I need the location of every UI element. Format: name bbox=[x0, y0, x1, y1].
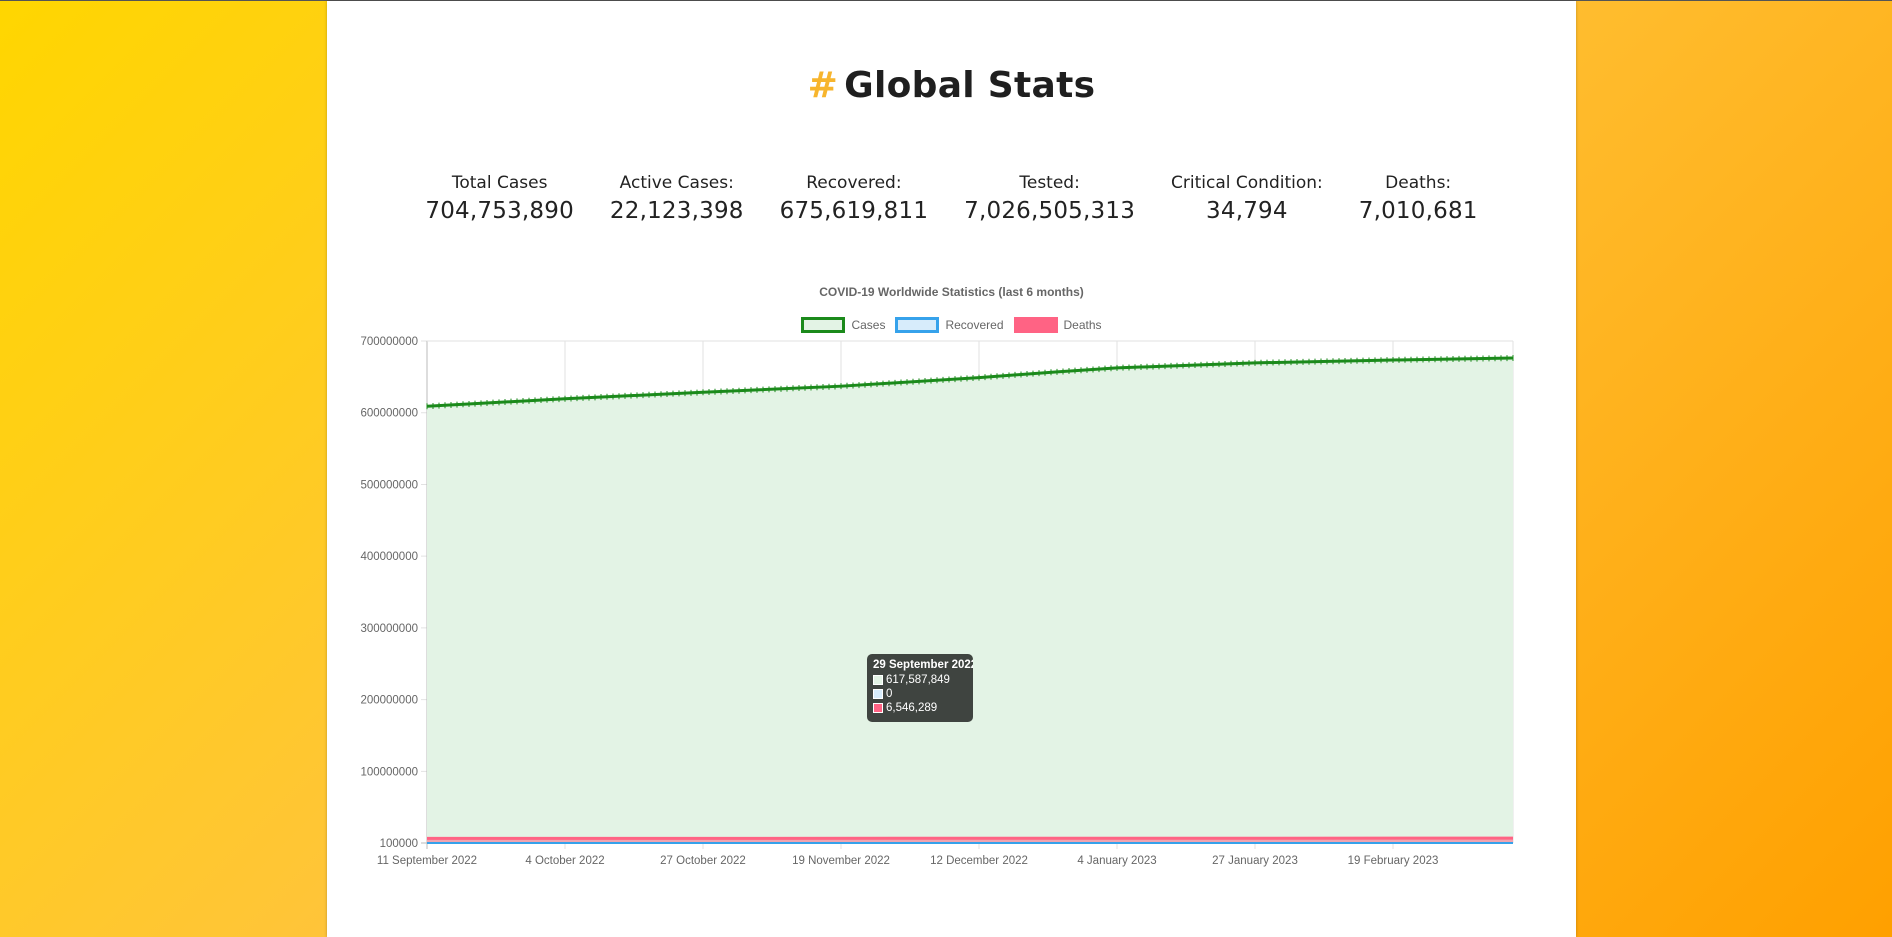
y-tick-label: 600000000 bbox=[360, 408, 418, 420]
tooltip-row-cases: 617,587,849 bbox=[873, 673, 967, 687]
chart-tooltip: 29 September 2022 617,587,849 0 6,546,28… bbox=[867, 654, 973, 722]
x-tick-label: 27 January 2023 bbox=[1212, 855, 1298, 867]
x-tick-label: 11 September 2022 bbox=[377, 855, 477, 867]
x-tick-label: 4 October 2022 bbox=[525, 855, 604, 867]
tooltip-value-cases: 617,587,849 bbox=[886, 674, 950, 686]
tooltip-value-deaths: 6,546,289 bbox=[886, 702, 938, 714]
y-tick-label: 100000000 bbox=[360, 766, 418, 778]
x-tick-label: 19 November 2022 bbox=[792, 855, 890, 867]
y-tick-label: 400000000 bbox=[360, 551, 418, 563]
tooltip-swatch-cases bbox=[873, 675, 883, 685]
x-tick-label: 12 December 2022 bbox=[930, 855, 1028, 867]
line-chart[interactable]: 700000000 600000000 500000000 400000000 3000… bbox=[327, 1, 1576, 937]
tooltip-value-recovered: 0 bbox=[886, 688, 893, 700]
y-tick-label: 200000000 bbox=[360, 695, 418, 707]
tooltip-row-recovered: 0 bbox=[873, 687, 967, 701]
tooltip-date: 29 September 2022 bbox=[873, 659, 973, 671]
x-tick-label: 4 January 2023 bbox=[1077, 855, 1156, 867]
tooltip-row-deaths: 6,546,289 bbox=[873, 701, 967, 715]
y-tick-label: 500000000 bbox=[360, 479, 418, 491]
y-tick-label: 300000000 bbox=[360, 623, 418, 635]
tooltip-swatch-deaths bbox=[873, 703, 883, 713]
main-panel: # Global Stats Total Cases 704,753,890 Ac… bbox=[327, 1, 1576, 937]
x-tick-label: 19 February 2023 bbox=[1348, 855, 1439, 867]
tooltip-swatch-recovered bbox=[873, 689, 883, 699]
y-tick-label: 100000 bbox=[380, 838, 418, 850]
y-tick-label: 700000000 bbox=[360, 336, 418, 348]
cases-area bbox=[427, 357, 1513, 843]
x-tick-label: 27 October 2022 bbox=[660, 855, 746, 867]
